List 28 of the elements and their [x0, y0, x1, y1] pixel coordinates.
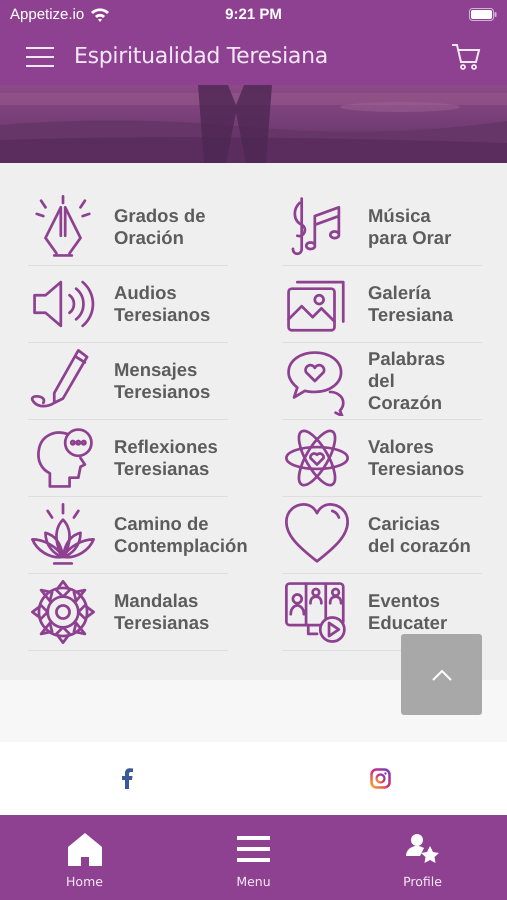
cart-icon[interactable]	[451, 42, 481, 70]
chevron-up-icon	[432, 668, 452, 680]
clock-time: 9:21 PM	[225, 6, 282, 22]
battery-icon	[469, 8, 497, 20]
section-link[interactable]: Galería Teresiana	[368, 282, 454, 326]
app-title: Espiritualidad Teresiana	[74, 44, 329, 69]
tab-label[interactable]: Menu	[236, 874, 271, 889]
facebook-icon[interactable]	[120, 768, 133, 789]
section-link[interactable]: Reflexiones Teresianas	[114, 436, 218, 480]
user-star-icon	[406, 832, 440, 866]
instagram-icon[interactable]	[370, 768, 391, 789]
section-link[interactable]: Palabras del Corazón	[368, 348, 446, 414]
section-link[interactable]: Música para Orar	[368, 205, 452, 249]
section-link[interactable]: Audios Teresianos	[114, 282, 210, 326]
tab-label[interactable]: Home	[66, 874, 103, 889]
section-link[interactable]: Mandalas Teresianas	[114, 590, 210, 634]
home-icon	[66, 832, 102, 866]
section-link[interactable]: Mensajes Teresianos	[114, 359, 210, 403]
section-link[interactable]: Camino de Contemplación	[114, 513, 248, 557]
tab-label[interactable]: Profile	[403, 874, 442, 889]
section-link[interactable]: Valores Teresianos	[368, 436, 464, 480]
mandala-icon[interactable]	[28, 577, 98, 647]
section-link[interactable]: Eventos Educater	[368, 590, 448, 634]
carrier-name: Appetize.io	[10, 6, 84, 22]
section-link[interactable]: Caricias del corazón	[368, 513, 471, 557]
section-link[interactable]: Grados de Oración	[114, 205, 206, 249]
wifi-icon	[90, 6, 110, 22]
menu-icon[interactable]	[26, 46, 54, 66]
